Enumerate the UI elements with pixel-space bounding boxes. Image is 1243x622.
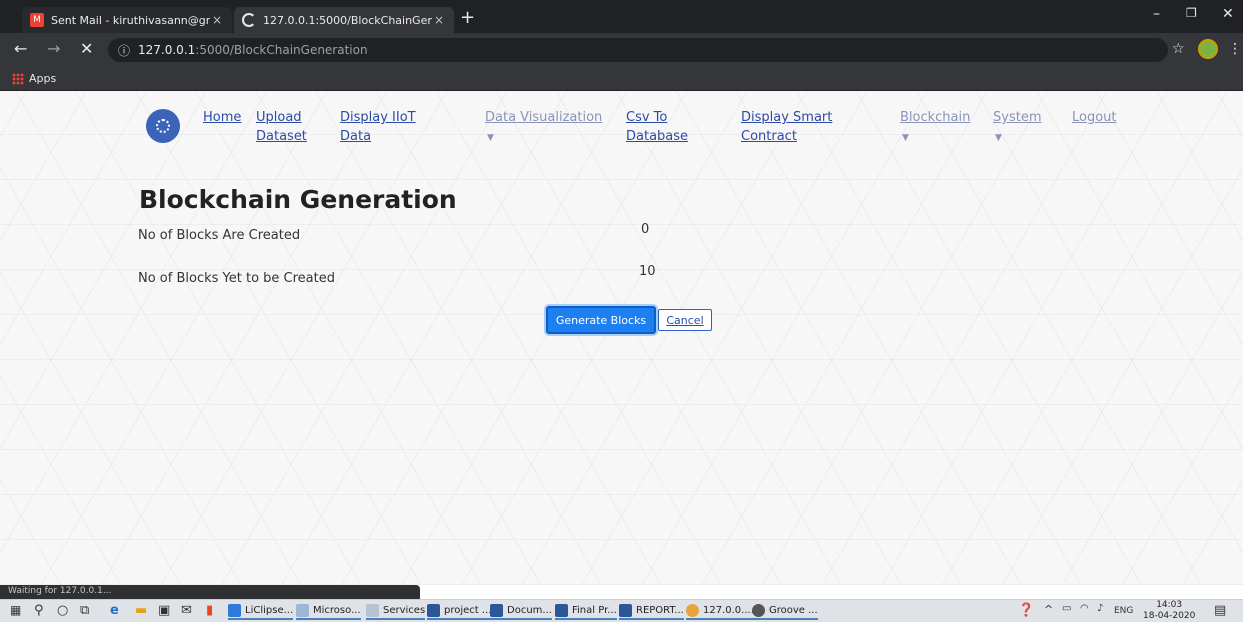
store-icon[interactable]: ▣ <box>158 603 170 618</box>
windows-start-icon[interactable]: ▦ <box>10 603 21 617</box>
tab-sent-mail[interactable]: M Sent Mail - kiruthivasann@gmail × <box>22 7 232 33</box>
site-logo-icon[interactable] <box>146 109 180 143</box>
new-tab-button[interactable]: + <box>460 7 475 28</box>
generate-blocks-button[interactable]: Generate Blocks <box>546 306 656 334</box>
url-host: 127.0.0.1 <box>138 43 196 57</box>
tab-close-icon[interactable]: × <box>210 13 224 27</box>
apps-label: Apps <box>29 72 57 85</box>
services-icon <box>366 604 379 617</box>
page-content: Home Upload Dataset Display IIoT Data Data… <box>0 91 1243 585</box>
volume-icon[interactable]: ♪ <box>1097 603 1103 614</box>
bookmark-star-icon[interactable]: ☆ <box>1172 41 1185 57</box>
blocks-created-value: 0 <box>641 222 650 237</box>
browser-toolbar: ← → ✕ ⓘ 127.0.0.1 :5000/BlockChainGenera… <box>0 33 1243 67</box>
nav-display-iiot-data[interactable]: Display IIoT Data <box>340 108 416 146</box>
data-visualization-dropdown-caret-icon[interactable]: ▼ <box>487 133 494 143</box>
taskbar-app-groove[interactable]: Groove ... <box>752 603 818 620</box>
taskbar-app-final[interactable]: Final Pr... <box>555 603 617 620</box>
system-dropdown-caret-icon[interactable]: ▼ <box>995 133 1002 143</box>
window-close-icon[interactable]: ✕ <box>1222 6 1234 22</box>
page-title: Blockchain Generation <box>139 185 457 214</box>
nav-system[interactable]: System <box>993 108 1041 127</box>
wifi-icon[interactable]: ◠ <box>1080 603 1089 614</box>
chrome-icon <box>686 604 699 617</box>
taskbar-app-chrome[interactable]: 127.0.0.... <box>686 603 754 620</box>
nav-logout[interactable]: Logout <box>1072 108 1117 127</box>
back-arrow-icon[interactable]: ← <box>14 39 27 58</box>
word-icon <box>555 604 568 617</box>
bookmarks-bar: Apps <box>0 67 1243 91</box>
blocks-pending-label: No of Blocks Yet to be Created <box>138 271 335 286</box>
address-bar[interactable]: ⓘ 127.0.0.1 :5000/BlockChainGeneration <box>108 38 1168 62</box>
word-icon <box>427 604 440 617</box>
tab-title: Sent Mail - kiruthivasann@gmail <box>51 13 210 27</box>
battery-icon[interactable]: ▭ <box>1062 603 1071 614</box>
nav-display-smart-contract[interactable]: Display Smart Contract <box>741 108 832 146</box>
restore-icon[interactable]: ❐ <box>1186 6 1197 20</box>
info-icon[interactable]: ⓘ <box>118 42 130 59</box>
windows-taskbar: ▦ ⚲ ○ ⧉ e ▬ ▣ ✉ ▮ LiClipse... Microso...… <box>0 599 1243 622</box>
tab-blockchain-generation[interactable]: 127.0.0.1:5000/BlockChainGenera × <box>234 7 454 33</box>
tab-title: 127.0.0.1:5000/BlockChainGenera <box>263 13 432 27</box>
stop-loading-icon[interactable]: ✕ <box>80 39 93 58</box>
show-hidden-icons-chevron[interactable]: ^ <box>1044 603 1053 616</box>
loading-spinner-icon <box>242 13 256 27</box>
nav-home[interactable]: Home <box>203 108 241 127</box>
file-explorer-icon[interactable]: ▬ <box>135 603 147 618</box>
browser-status-bubble: Waiting for 127.0.0.1... <box>0 585 420 599</box>
action-center-icon[interactable]: ▤ <box>1214 603 1226 618</box>
nav-data-visualization[interactable]: Data Visualization <box>485 108 602 127</box>
taskbar-app-project[interactable]: project ... <box>427 603 492 620</box>
language-indicator[interactable]: ENG <box>1114 606 1133 616</box>
office-icon[interactable]: ▮ <box>206 603 213 618</box>
forward-arrow-icon[interactable]: → <box>47 39 60 58</box>
nav-upload-dataset[interactable]: Upload Dataset <box>256 108 307 146</box>
blockchain-dropdown-caret-icon[interactable]: ▼ <box>902 133 909 143</box>
cortana-icon[interactable]: ○ <box>57 603 68 618</box>
nav-blockchain[interactable]: Blockchain <box>900 108 970 127</box>
menu-kebab-icon[interactable]: ⋮ <box>1228 41 1242 57</box>
taskbar-app-microsoft[interactable]: Microso... <box>296 603 361 620</box>
taskbar-app-document[interactable]: Docum... <box>490 603 552 620</box>
nav-csv-to-database[interactable]: Csv To Database <box>626 108 688 146</box>
mail-icon[interactable]: ✉ <box>181 603 192 618</box>
apps-grid-icon <box>12 72 24 85</box>
edge-icon[interactable]: e <box>110 603 119 618</box>
browser-tab-strip: M Sent Mail - kiruthivasann@gmail × 127.… <box>0 0 1243 33</box>
blocks-created-label: No of Blocks Are Created <box>138 228 301 243</box>
taskbar-app-report[interactable]: REPORT... <box>619 603 684 620</box>
gmail-icon: M <box>30 13 44 27</box>
help-icon[interactable]: ❓ <box>1018 603 1034 618</box>
tab-close-icon[interactable]: × <box>432 13 446 27</box>
word-icon <box>619 604 632 617</box>
taskbar-app-liclipse[interactable]: LiClipse... <box>228 603 294 620</box>
microsoft-icon <box>296 604 309 617</box>
task-view-icon[interactable]: ⧉ <box>80 603 89 618</box>
word-icon <box>490 604 503 617</box>
blocks-pending-value: 10 <box>639 264 656 279</box>
apps-shortcut[interactable]: Apps <box>12 72 56 85</box>
cancel-button[interactable]: Cancel <box>658 309 712 331</box>
system-clock[interactable]: 14:03 18-04-2020 <box>1143 600 1195 622</box>
minimize-icon[interactable]: – <box>1153 6 1160 22</box>
url-path: :5000/BlockChainGeneration <box>195 43 368 57</box>
groove-icon <box>752 604 765 617</box>
taskbar-app-services[interactable]: Services <box>366 603 426 620</box>
search-icon[interactable]: ⚲ <box>34 603 44 618</box>
profile-avatar-icon[interactable] <box>1198 39 1218 59</box>
liclipse-icon <box>228 604 241 617</box>
